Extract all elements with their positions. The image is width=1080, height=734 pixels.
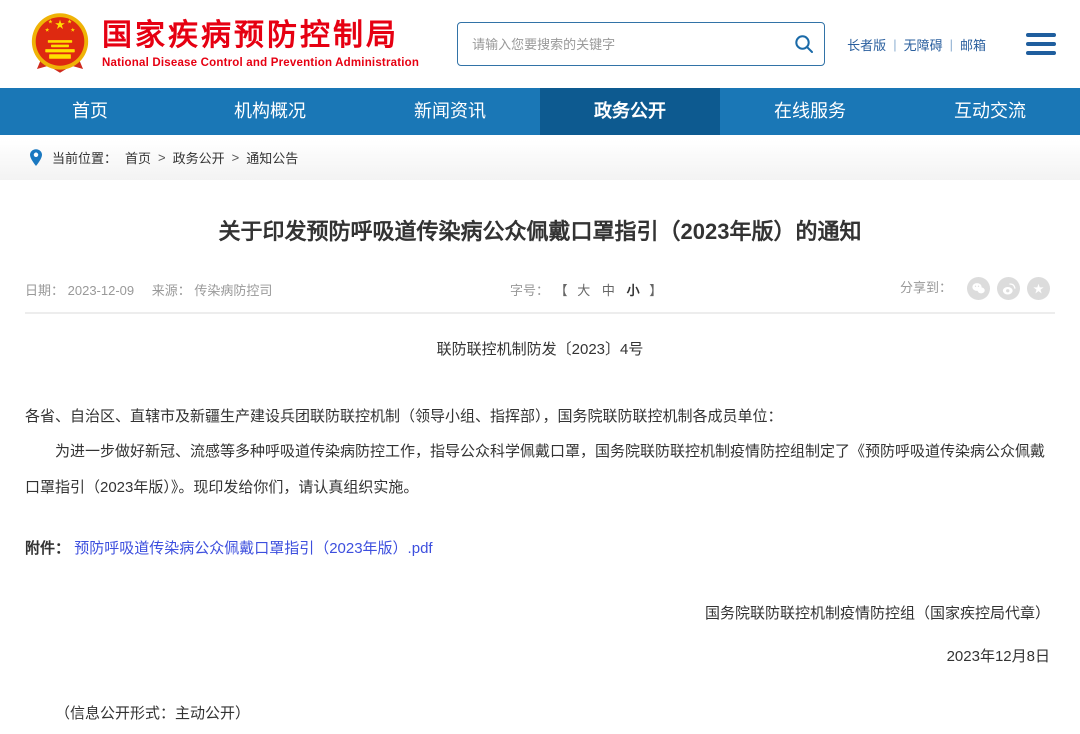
- wechat-icon: [971, 281, 986, 296]
- attachment-row: 附件： 预防呼吸道传染病公众佩戴口罩指引（2023年版）.pdf: [25, 537, 1055, 558]
- search-button[interactable]: [784, 23, 824, 65]
- fontsize-close-bracket: 】: [649, 283, 662, 298]
- breadcrumb-current: 通知公告: [246, 148, 298, 167]
- nav-item-about[interactable]: 机构概况: [180, 88, 360, 135]
- quick-link-separator: |: [893, 37, 896, 52]
- search-box: [457, 22, 825, 66]
- article-paragraph-recipients: 各省、自治区、直辖市及新疆生产建设兵团联防联控机制（领导小组、指挥部），国务院联…: [25, 399, 1055, 434]
- signature-date: 2023年12月8日: [25, 645, 1055, 666]
- nav-item-interaction[interactable]: 互动交流: [900, 88, 1080, 135]
- fontsize-group: 字号： 【 大 中 小 】: [510, 280, 664, 299]
- quick-link-separator: |: [950, 37, 953, 52]
- header-right: 长者版 | 无障碍 | 邮箱: [457, 22, 1056, 66]
- document-number: 联防联控机制防发〔2023〕4号: [25, 338, 1055, 359]
- fontsize-large-button[interactable]: 大: [577, 283, 590, 298]
- attachment-pdf-link[interactable]: 预防呼吸道传染病公众佩戴口罩指引（2023年版）.pdf: [74, 540, 432, 557]
- national-emblem-icon: [28, 12, 92, 76]
- nav-item-news[interactable]: 新闻资讯: [360, 88, 540, 135]
- date-value: 2023-12-09: [68, 283, 135, 298]
- article-paragraph-body: 为进一步做好新冠、流感等多种呼吸道传染病防控工作，指导公众科学佩戴口罩，国务院联…: [25, 434, 1055, 505]
- article-meta-row: 日期： 2023-12-09 来源： 传染病防控司 字号： 【 大 中 小 】 …: [25, 276, 1055, 300]
- site-name-en: National Disease Control and Prevention …: [102, 57, 419, 69]
- share-group: 分享到：: [900, 276, 1050, 300]
- disclosure-note: （信息公开形式：主动公开）: [25, 702, 1055, 723]
- search-icon: [793, 33, 815, 55]
- menu-icon[interactable]: [1026, 33, 1056, 55]
- breadcrumb-separator: >: [158, 150, 166, 165]
- wechat-share-button[interactable]: [967, 277, 990, 300]
- share-label: 分享到：: [900, 276, 952, 300]
- article-page: 关于印发预防呼吸道传染病公众佩戴口罩指引（2023年版）的通知 日期： 2023…: [0, 214, 1080, 723]
- breadcrumb-gov-disclosure[interactable]: 政务公开: [173, 148, 225, 167]
- fontsize-small-button[interactable]: 小: [627, 283, 640, 298]
- weibo-share-button[interactable]: [997, 277, 1020, 300]
- search-input[interactable]: [458, 37, 784, 52]
- fontsize-label: 字号：: [510, 283, 549, 298]
- breadcrumb-prefix: 当前位置：: [52, 148, 117, 167]
- quick-link-mail[interactable]: 邮箱: [960, 35, 986, 54]
- star-icon: [1031, 281, 1046, 296]
- nav-item-online-services[interactable]: 在线服务: [720, 88, 900, 135]
- breadcrumb-home[interactable]: 首页: [125, 148, 151, 167]
- signature-line: 国务院联防联控机制疫情防控组（国家疾控局代章）: [25, 602, 1055, 623]
- quick-link-elder[interactable]: 长者版: [847, 35, 886, 54]
- location-pin-icon: [28, 148, 44, 168]
- breadcrumb-separator: >: [232, 150, 240, 165]
- site-header: 国家疾病预防控制局 National Disease Control and P…: [0, 0, 1080, 88]
- site-name: 国家疾病预防控制局: [102, 19, 419, 54]
- site-logo[interactable]: 国家疾病预防控制局 National Disease Control and P…: [28, 12, 419, 76]
- nav-item-home[interactable]: 首页: [0, 88, 180, 135]
- source-label: 来源：: [152, 283, 191, 298]
- weibo-icon: [1001, 281, 1016, 296]
- quick-link-accessibility[interactable]: 无障碍: [904, 35, 943, 54]
- article-meta-left: 日期： 2023-12-09 来源： 传染病防控司: [25, 280, 272, 299]
- quick-links: 长者版 | 无障碍 | 邮箱: [847, 35, 986, 54]
- main-nav: 首页 机构概况 新闻资讯 政务公开 在线服务 互动交流: [0, 88, 1080, 135]
- nav-item-gov-disclosure[interactable]: 政务公开: [540, 88, 720, 135]
- date-label: 日期：: [25, 283, 64, 298]
- attachment-label: 附件：: [25, 540, 70, 557]
- breadcrumb: 当前位置： 首页 > 政务公开 > 通知公告: [0, 135, 1080, 180]
- article-title: 关于印发预防呼吸道传染病公众佩戴口罩指引（2023年版）的通知: [25, 214, 1055, 246]
- fontsize-open-bracket: 【: [555, 283, 568, 298]
- site-title-block: 国家疾病预防控制局 National Disease Control and P…: [102, 19, 419, 69]
- source-value: 传染病防控司: [194, 283, 272, 298]
- fontsize-medium-button[interactable]: 中: [602, 283, 615, 298]
- favorite-share-button[interactable]: [1027, 277, 1050, 300]
- meta-divider: [25, 312, 1055, 314]
